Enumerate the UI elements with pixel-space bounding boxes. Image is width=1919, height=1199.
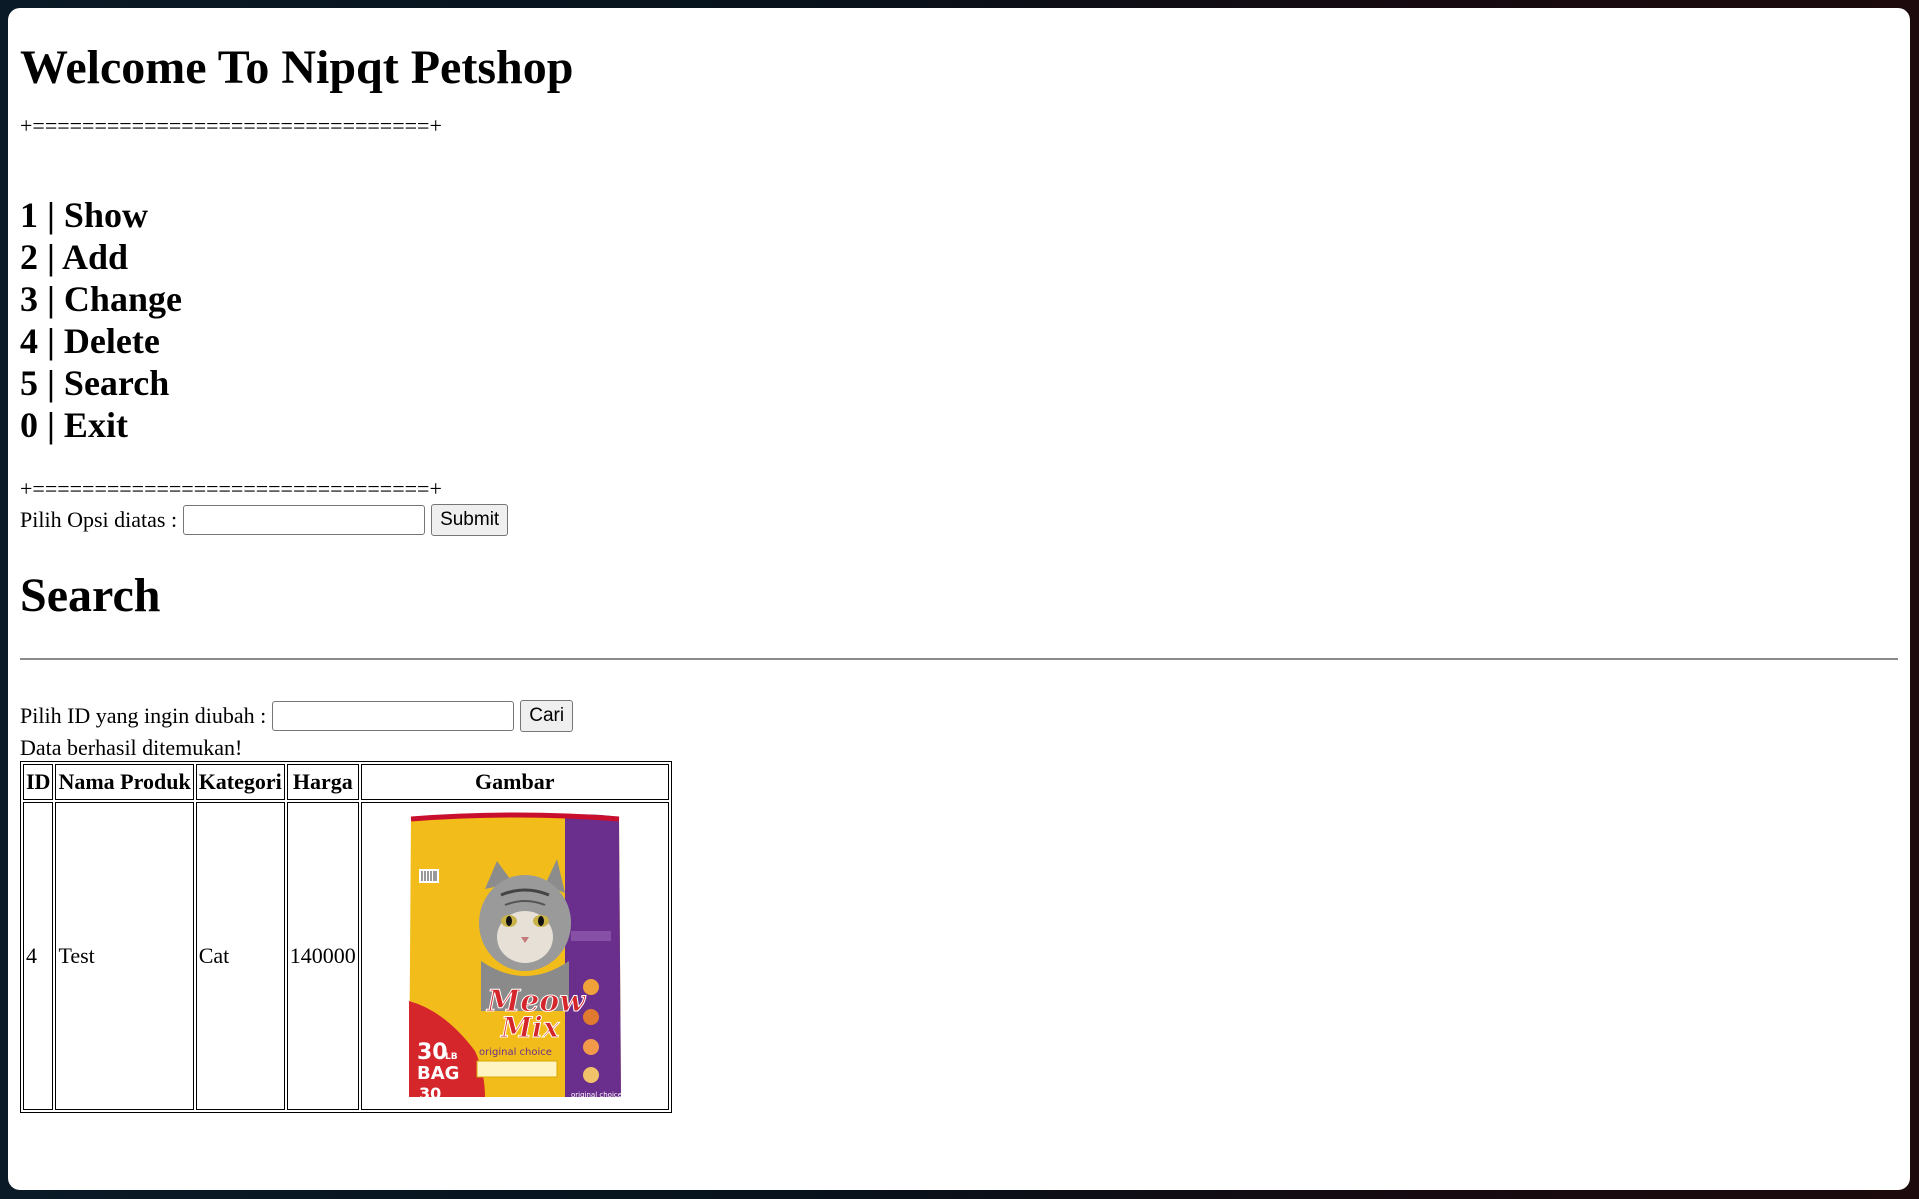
- option-label: Pilih Opsi diatas :: [20, 507, 178, 532]
- cell-id: 4: [23, 802, 54, 1110]
- menu-item-show: 1 | Show: [20, 195, 148, 235]
- search-form: Pilih ID yang ingin diubah : Cari: [20, 700, 574, 732]
- cat-food-bag-image: Meow Mix original choice 30 LB BAG 30 or…: [408, 812, 622, 1103]
- search-id-input[interactable]: [272, 701, 515, 731]
- product-image: Meow Mix original choice 30 LB BAG 30 or…: [405, 811, 625, 1103]
- svg-text:BAG: BAG: [417, 1063, 459, 1084]
- header-price: Harga: [286, 764, 359, 800]
- menu-item-search: 5 | Search: [20, 363, 170, 403]
- option-input[interactable]: [183, 505, 426, 535]
- menu-item-delete: 4 | Delete: [20, 321, 160, 361]
- browser-page: Welcome To Nipqt Petshop +==============…: [8, 8, 1910, 1190]
- divider: [20, 658, 1898, 660]
- header-id: ID: [23, 764, 54, 800]
- menu-item-exit: 0 | Exit: [20, 405, 128, 445]
- cell-price: 140000: [286, 802, 359, 1110]
- separator-top: +================================+: [20, 113, 442, 138]
- header-image: Gambar: [360, 764, 669, 800]
- search-label: Pilih ID yang ingin diubah :: [20, 703, 267, 728]
- option-form: Pilih Opsi diatas : Submit: [20, 504, 509, 536]
- svg-text:original choice: original choice: [479, 1047, 552, 1058]
- svg-text:Mix: Mix: [500, 1011, 560, 1044]
- table-header-row: ID Nama Produk Kategori Harga Gambar: [23, 764, 669, 800]
- cell-category: Cat: [195, 802, 285, 1110]
- menu-item-change: 3 | Change: [20, 279, 182, 319]
- cell-image: Meow Mix original choice 30 LB BAG 30 or…: [360, 802, 669, 1110]
- result-table: ID Nama Produk Kategori Harga Gambar 4 T…: [20, 761, 672, 1113]
- search-button[interactable]: Cari: [520, 700, 574, 732]
- table-row: 4 Test Cat 140000 Meow Mix original choi…: [23, 802, 669, 1110]
- svg-text:30: 30: [419, 1084, 441, 1101]
- svg-text:original choice: original choice: [571, 1091, 622, 1099]
- main-menu: 1 | Show 2 | Add 3 | Change 4 | Delete 5…: [20, 194, 182, 446]
- header-category: Kategori: [195, 764, 285, 800]
- result-message: Data berhasil ditemukan!: [20, 735, 243, 760]
- header-name: Nama Produk: [55, 764, 194, 800]
- cell-name: Test: [55, 802, 194, 1110]
- svg-text:30: 30: [417, 1040, 448, 1065]
- page-title: Welcome To Nipqt Petshop: [20, 41, 574, 94]
- submit-button[interactable]: Submit: [431, 504, 509, 536]
- section-heading: Search: [20, 569, 161, 622]
- svg-text:LB: LB: [445, 1052, 458, 1062]
- menu-item-add: 2 | Add: [20, 237, 128, 277]
- separator-bottom: +================================+: [20, 476, 442, 501]
